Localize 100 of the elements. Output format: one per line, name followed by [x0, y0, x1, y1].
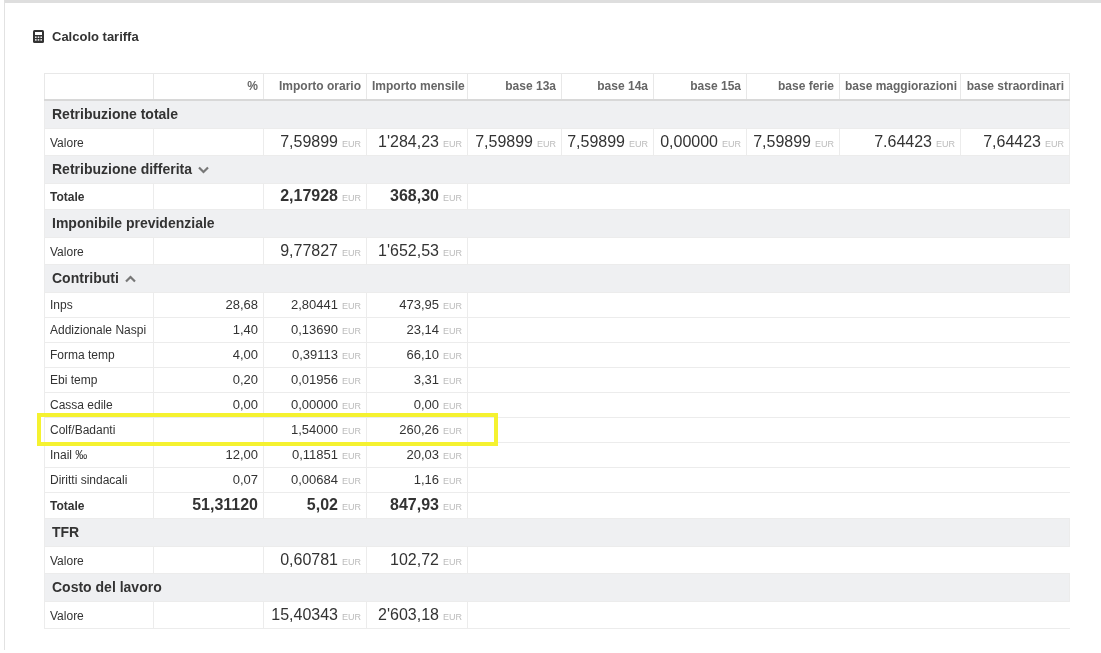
currency-unit: EUR: [342, 300, 361, 311]
row-label: Valore: [50, 135, 84, 150]
row-label: Cassa edile: [50, 397, 113, 412]
percent-value: 0,00: [232, 396, 258, 412]
currency-unit: EUR: [342, 193, 361, 203]
percent-value: 28,68: [225, 296, 258, 312]
percent-value: 51,31120: [192, 496, 258, 513]
row-label: Addizionale Naspi: [50, 322, 147, 337]
chevron-up-icon[interactable]: [124, 274, 136, 283]
currency-unit: EUR: [342, 325, 361, 336]
row-label: Colf/Badanti: [50, 422, 116, 437]
section-title: Retribuzione differita: [52, 160, 192, 177]
section-title: Retribuzione totale: [52, 105, 178, 122]
currency-unit: EUR: [443, 193, 462, 203]
column-header: base maggiorazioni: [845, 79, 958, 94]
currency-unit: EUR: [342, 611, 361, 622]
panel-title: Calcolo tariffa: [52, 28, 139, 46]
amount-value: 2'603,18: [378, 605, 439, 623]
currency-unit: EUR: [936, 138, 955, 149]
amount-value: 7.64423: [874, 132, 932, 150]
currency-unit: EUR: [342, 475, 361, 486]
row-label: Valore: [50, 608, 84, 623]
percent-value: 0,20: [232, 371, 258, 387]
currency-unit: EUR: [443, 300, 462, 311]
currency-unit: EUR: [722, 138, 741, 149]
row-label: Inps: [50, 297, 73, 312]
amount-value: 473,95: [399, 296, 439, 312]
column-header: base 13a: [505, 79, 556, 94]
currency-unit: EUR: [629, 138, 648, 149]
currency-unit: EUR: [342, 138, 361, 149]
row-label: Valore: [50, 244, 84, 259]
amount-value: 1'284,23: [378, 132, 439, 150]
amount-value: 7,59899: [475, 132, 533, 150]
currency-unit: EUR: [1045, 138, 1064, 149]
row-label: Ebi temp: [50, 372, 98, 387]
amount-value: 20,03: [406, 446, 439, 462]
section-title: Contributi: [52, 269, 119, 286]
chevron-down-icon[interactable]: [198, 165, 209, 174]
amount-value: 23,14: [406, 321, 439, 337]
currency-unit: EUR: [443, 475, 462, 486]
section-title: Costo del lavoro: [52, 578, 162, 595]
row-label: Totale: [50, 189, 85, 204]
currency-unit: EUR: [342, 375, 361, 386]
row-label: Inail ‰: [50, 447, 88, 462]
column-header: base ferie: [777, 79, 834, 94]
amount-value: 7,59899: [567, 132, 625, 150]
amount-value: 0,11851: [291, 446, 338, 462]
currency-unit: EUR: [443, 247, 462, 258]
currency-unit: EUR: [443, 375, 462, 386]
amount-value: 7,64423: [983, 132, 1041, 150]
row-label: Valore: [50, 553, 84, 568]
amount-value: 3,31: [413, 371, 439, 387]
amount-value: 5,02: [306, 496, 338, 513]
calculator-icon: [33, 30, 44, 44]
amount-value: 2,80441: [291, 296, 338, 312]
amount-value: 102,72: [390, 550, 439, 568]
amount-value: 368,30: [390, 187, 439, 204]
amount-value: 1'652,53: [378, 241, 439, 259]
row-label: Diritti sindacali: [50, 472, 128, 487]
amount-value: 847,93: [390, 496, 439, 513]
percent-value: 0,07: [232, 471, 258, 487]
currency-unit: EUR: [342, 400, 361, 411]
amount-value: 0,00000: [291, 396, 338, 412]
currency-unit: EUR: [443, 138, 462, 149]
amount-value: 1,54000: [291, 421, 338, 437]
currency-unit: EUR: [443, 556, 462, 567]
currency-unit: EUR: [537, 138, 556, 149]
column-header: Importo mensile: [372, 79, 465, 94]
row-label: Forma temp: [50, 347, 115, 362]
section-title: TFR: [52, 523, 80, 540]
amount-value: 15,40343: [271, 605, 338, 623]
currency-unit: EUR: [342, 247, 361, 258]
percent-value: 12,00: [225, 446, 258, 462]
amount-value: 7,59899: [280, 132, 338, 150]
amount-value: 1,16: [413, 471, 439, 487]
currency-unit: EUR: [342, 425, 361, 436]
amount-value: 0,39113: [291, 346, 338, 362]
amount-value: 0,00: [413, 396, 439, 412]
percent-value: 1,40: [232, 321, 258, 337]
amount-value: 9,77827: [280, 241, 338, 259]
amount-value: 7,59899: [753, 132, 811, 150]
amount-value: 0,13690: [291, 321, 338, 337]
amount-value: 0,01956: [291, 371, 338, 387]
amount-value: 2,17928: [280, 187, 338, 204]
column-header: base 15a: [690, 79, 741, 94]
amount-value: 66,10: [406, 346, 439, 362]
column-header: Importo orario: [279, 79, 361, 94]
section-title: Imponibile previdenziale: [52, 214, 215, 231]
amount-value: 260,26: [399, 421, 439, 437]
currency-unit: EUR: [342, 502, 361, 512]
column-header: %: [247, 79, 258, 94]
column-header: base 14a: [597, 79, 648, 94]
currency-unit: EUR: [443, 425, 462, 436]
row-label: Totale: [50, 498, 85, 513]
currency-unit: EUR: [443, 350, 462, 361]
currency-unit: EUR: [342, 350, 361, 361]
amount-value: 0,60781: [280, 550, 338, 568]
currency-unit: EUR: [443, 450, 462, 461]
amount-value: 0,00684: [291, 471, 338, 487]
currency-unit: EUR: [342, 556, 361, 567]
